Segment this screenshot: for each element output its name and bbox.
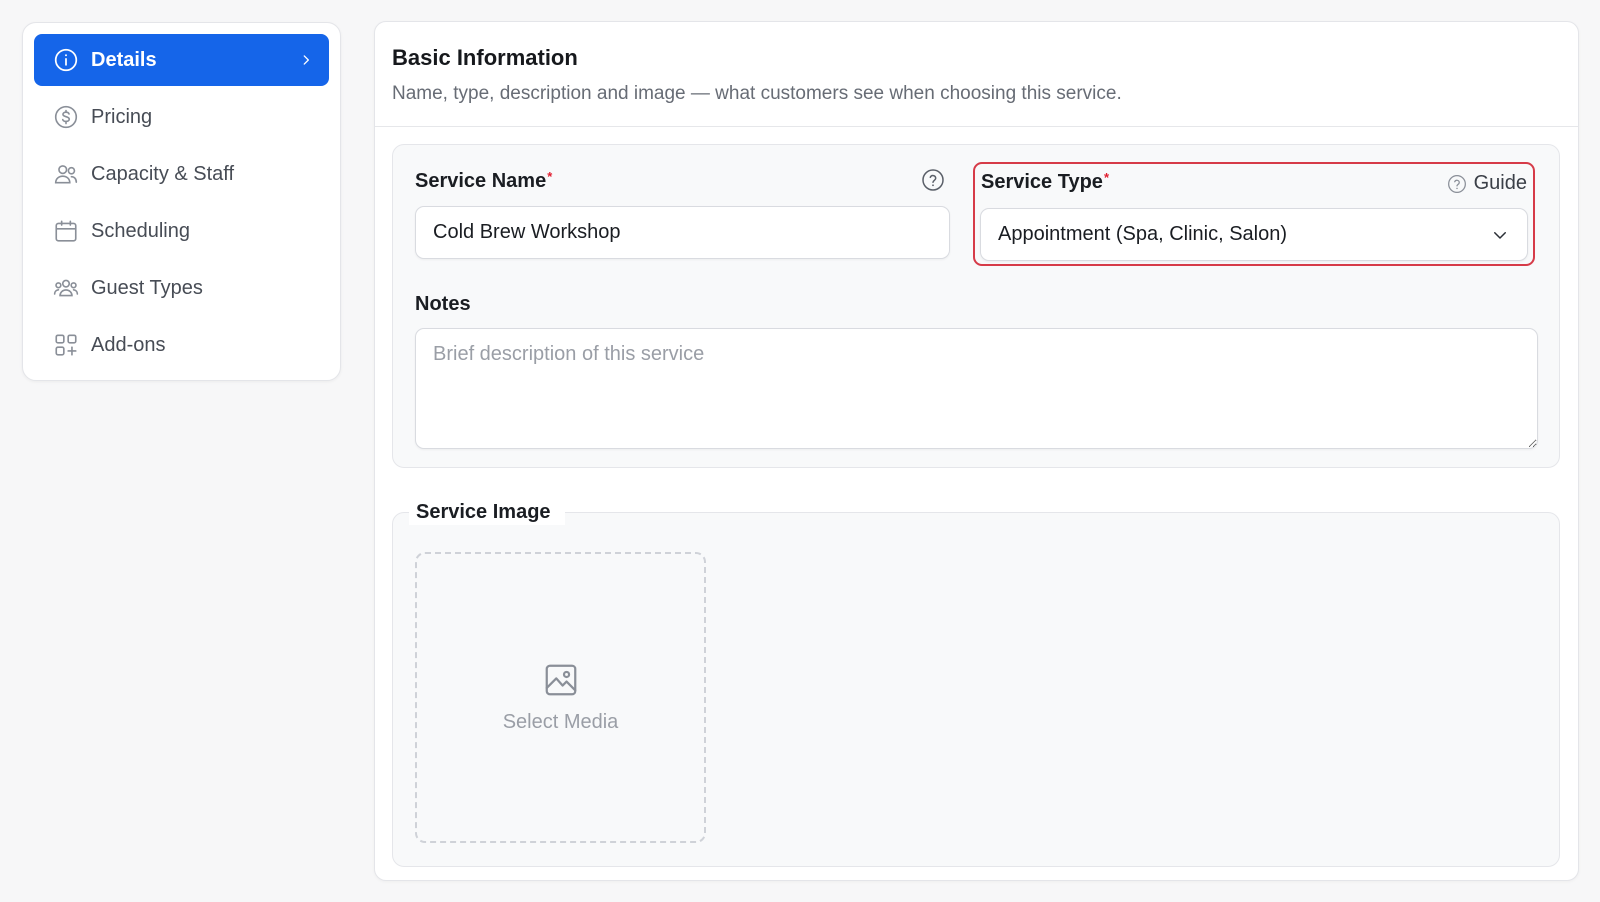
chevron-right-icon	[299, 53, 313, 67]
notes-textarea[interactable]	[415, 328, 1538, 449]
sidebar-nav: Details Pricing Capacity & Staff Schedul…	[22, 22, 341, 381]
fields-panel: Service Name* Service Type* Guide Appoin…	[392, 144, 1560, 468]
service-type-selected-value: Appointment (Spa, Clinic, Salon)	[998, 223, 1288, 245]
sidebar-item-scheduling[interactable]: Scheduling	[34, 205, 329, 257]
sidebar-item-label: Add-ons	[91, 333, 166, 356]
help-circle-icon[interactable]	[921, 168, 945, 192]
service-type-select[interactable]: Appointment (Spa, Clinic, Salon)	[980, 208, 1528, 261]
notes-label: Notes	[415, 293, 471, 315]
section-subtitle: Name, type, description and image — what…	[392, 83, 1122, 104]
sidebar-item-guest-types[interactable]: Guest Types	[34, 262, 329, 314]
guide-label: Guide	[1473, 172, 1527, 194]
calendar-icon	[52, 217, 80, 245]
sidebar-item-label: Details	[91, 48, 157, 71]
service-type-label: Service Type*	[981, 170, 1109, 194]
sidebar-item-label: Scheduling	[91, 219, 190, 242]
image-icon	[542, 661, 580, 699]
section-title: Basic Information	[392, 45, 578, 70]
select-media-dropzone[interactable]: Select Media	[415, 552, 706, 843]
users-icon	[52, 160, 80, 188]
section-header: Basic Information Name, type, descriptio…	[375, 22, 1578, 127]
service-image-panel: Service Image Select Media	[392, 499, 1560, 867]
grid-plus-icon	[52, 331, 80, 359]
dollar-circle-icon	[52, 103, 80, 131]
service-image-legend: Service Image	[409, 499, 565, 525]
service-name-label-text: Service Name	[415, 170, 547, 192]
info-circle-icon	[52, 46, 80, 74]
sidebar-item-label: Pricing	[91, 105, 153, 128]
service-type-label-text: Service Type	[981, 171, 1103, 193]
service-name-input[interactable]	[415, 206, 950, 259]
user-group-icon	[52, 274, 80, 302]
select-media-label: Select Media	[502, 711, 619, 733]
sidebar-item-add-ons[interactable]: Add-ons	[34, 319, 329, 371]
required-asterisk: *	[1103, 170, 1109, 185]
sidebar-item-capacity-staff[interactable]: Capacity & Staff	[34, 148, 329, 200]
help-circle-icon	[1447, 174, 1467, 194]
sidebar-item-label: Guest Types	[91, 276, 203, 299]
guide-link[interactable]: Guide	[1447, 172, 1527, 195]
basic-information-card: Basic Information Name, type, descriptio…	[374, 21, 1579, 881]
service-type-field: Service Type* Guide Appointment (Spa, Cl…	[973, 162, 1535, 266]
sidebar-item-pricing[interactable]: Pricing	[34, 91, 329, 143]
chevron-down-icon	[1491, 226, 1509, 244]
sidebar-item-details[interactable]: Details	[34, 34, 329, 86]
sidebar-item-label: Capacity & Staff	[91, 162, 235, 185]
service-name-label: Service Name*	[415, 169, 552, 193]
required-asterisk: *	[547, 169, 553, 184]
